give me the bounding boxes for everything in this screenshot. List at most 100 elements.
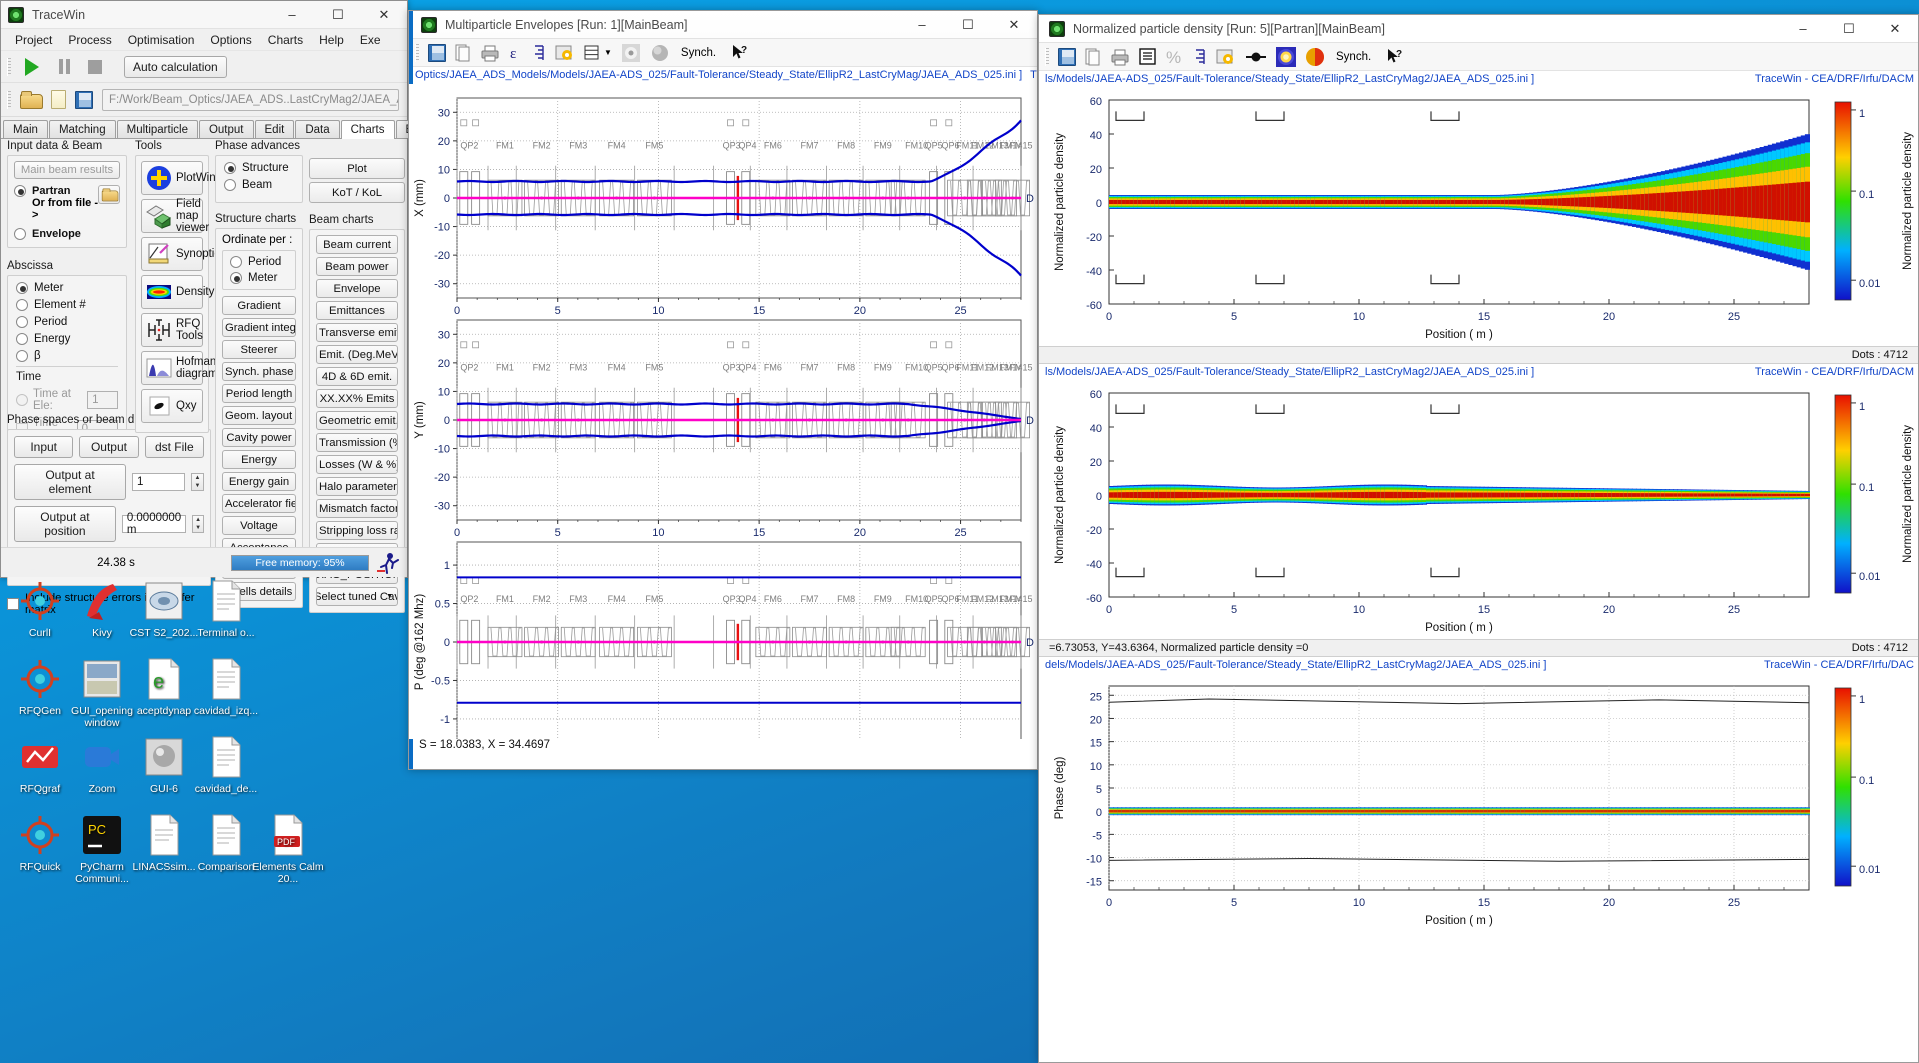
auto-calculation-button[interactable]: Auto calculation: [124, 55, 227, 78]
beam-button-beam-current[interactable]: Beam current: [316, 235, 398, 254]
radio-ordinate-period[interactable]: Period: [230, 256, 288, 268]
settings-gear-icon[interactable]: [1216, 48, 1236, 66]
input-button[interactable]: Input: [14, 436, 74, 458]
project-path-field[interactable]: F:/Work/Beam_Optics/JAEA_ADS..LastCryMag…: [102, 88, 399, 111]
menu-project[interactable]: Project: [7, 31, 60, 49]
list-icon[interactable]: [1139, 47, 1157, 66]
beam-button-transmission[interactable]: Transmission (%): [316, 433, 398, 452]
menu-charts[interactable]: Charts: [260, 31, 311, 49]
beam-button-losses[interactable]: Losses (W & %): [316, 455, 398, 474]
minimize-button[interactable]: –: [269, 1, 315, 28]
envelopes-close-button[interactable]: ✕: [991, 11, 1037, 38]
tool-hofmann-diagram[interactable]: Hofmann diagram: [141, 351, 223, 385]
chevron-down-icon[interactable]: ▼: [604, 48, 612, 57]
print-icon[interactable]: [480, 44, 500, 62]
copy-icon[interactable]: [455, 44, 471, 62]
output-at-position-input[interactable]: 0.0000000 m: [121, 512, 187, 536]
radio-dot-time-at-element[interactable]: [16, 394, 28, 406]
time-at-element-input[interactable]: 1: [87, 391, 118, 409]
output-button[interactable]: Output: [79, 436, 139, 458]
help-pointer-icon[interactable]: ?: [731, 44, 749, 62]
tab-main[interactable]: Main: [3, 120, 48, 138]
radio-energy[interactable]: Energy: [16, 333, 118, 345]
dst-file-button[interactable]: dst File: [144, 436, 204, 458]
beam-button-emit-deg-mev[interactable]: Emit. (Deg.MeV): [316, 345, 398, 364]
radio-beam[interactable]: Beam: [224, 179, 294, 191]
structure-button-accelerator-field[interactable]: Accelerator field: [222, 494, 296, 513]
tool-plotwin[interactable]: PlotWin: [141, 161, 216, 195]
density-minimize-button[interactable]: –: [1780, 15, 1826, 42]
radio-structure[interactable]: Structure: [224, 162, 294, 174]
structure-button-synch-phase[interactable]: Synch. phase: [222, 362, 296, 381]
radio-envelope[interactable]: Envelope: [14, 228, 120, 240]
beam-button-xx-emits[interactable]: XX.XX% Emits: [316, 389, 398, 408]
structure-button-gradient[interactable]: Gradient: [222, 296, 296, 315]
point-icon[interactable]: [1245, 49, 1267, 65]
menu-process[interactable]: Process: [60, 31, 119, 49]
structure-button-energy[interactable]: Energy: [222, 450, 296, 469]
envelopes-charts[interactable]: 0510152025-30-20-100102030Position (m)X …: [409, 84, 1037, 739]
density-chart-phase[interactable]: 0 5 10 15 20 25 -15 -10 -5 0 5 10 15 20 25 Position ( m…: [1039, 674, 1918, 932]
structure-button-geom-layout-file[interactable]: Geom. layout file: [222, 406, 296, 425]
radio-meter[interactable]: Meter: [16, 282, 118, 294]
density-chart-y[interactable]: 0 5 10 15 20 25 -60 -40 -20 0 20 40 60 Position ( m )…: [1039, 381, 1918, 639]
structure-button-voltage[interactable]: Voltage: [222, 516, 296, 535]
tab-data[interactable]: Data: [295, 120, 340, 138]
epsilon-icon[interactable]: ε: [509, 44, 523, 62]
desktop-icon-elements-calm[interactable]: PDF Elements Calm 20...: [248, 812, 328, 885]
radio-ordinate-meter[interactable]: Meter: [230, 272, 288, 284]
circle-color-icon[interactable]: [1305, 47, 1325, 67]
radio-period[interactable]: Period: [16, 316, 118, 328]
maximize-button[interactable]: ☐: [315, 1, 361, 28]
structure-button-period-length[interactable]: Period length: [222, 384, 296, 403]
menu-options[interactable]: Options: [202, 31, 259, 49]
open-folder-icon[interactable]: [20, 91, 43, 109]
tool-rfq-tools[interactable]: RFQ Tools: [141, 313, 203, 347]
output-at-element-button[interactable]: Output at element: [14, 464, 126, 500]
beam-button-mismatch-factor[interactable]: Mismatch factor: [316, 499, 398, 518]
output-at-element-input[interactable]: 1: [132, 473, 185, 491]
print-icon[interactable]: [1110, 48, 1130, 66]
tab-charts[interactable]: Charts: [340, 120, 395, 139]
radio-beta[interactable]: β: [16, 350, 118, 362]
save-disk-icon[interactable]: [428, 43, 446, 62]
desktop-icon-cavidad-izq[interactable]: cavidad_izq...: [186, 656, 266, 717]
beam-button-envelope[interactable]: Envelope: [316, 279, 398, 298]
tool-synoptic[interactable]: Synoptic: [141, 237, 220, 271]
new-file-icon[interactable]: [51, 90, 66, 109]
beam-button-4d-6d-emit[interactable]: 4D & 6D emit.: [316, 367, 398, 386]
radio-partran[interactable]: Partran: [14, 185, 98, 197]
density-maximize-button[interactable]: ☐: [1826, 15, 1872, 42]
plot-button[interactable]: Plot: [309, 158, 405, 179]
menu-help[interactable]: Help: [311, 31, 352, 49]
structure-button-energy-gain[interactable]: Energy gain: [222, 472, 296, 491]
tab-edit[interactable]: Edit: [254, 120, 295, 138]
envelopes-maximize-button[interactable]: ☐: [945, 11, 991, 38]
beam-button-beam-power[interactable]: Beam power: [316, 257, 398, 276]
menu-optimisation[interactable]: Optimisation: [120, 31, 203, 49]
save-disk-icon[interactable]: [1058, 47, 1076, 66]
output-at-position-stepper[interactable]: ▲ ▼: [192, 515, 204, 533]
ruler-icon[interactable]: [532, 44, 546, 62]
percent-icon[interactable]: %: [1166, 48, 1184, 66]
run-icon[interactable]: [25, 57, 39, 76]
sphere-icon[interactable]: [650, 43, 670, 63]
list-icon[interactable]: [584, 45, 600, 61]
desktop-icon-cavidad-de[interactable]: cavidad_de...: [186, 734, 266, 795]
kot-kol-button[interactable]: KoT / KoL: [309, 182, 405, 203]
radio-element-number[interactable]: Element #: [16, 299, 118, 311]
copy-icon[interactable]: [1085, 48, 1101, 66]
tool-density[interactable]: Density: [141, 275, 214, 309]
envelopes-minimize-button[interactable]: –: [899, 11, 945, 38]
tab-matching[interactable]: Matching: [48, 120, 116, 138]
structure-button-cavity-power[interactable]: Cavity power: [222, 428, 296, 447]
beam-button-emittances[interactable]: Emittances: [316, 301, 398, 320]
stop-icon[interactable]: [88, 59, 102, 74]
target-icon[interactable]: [621, 43, 641, 63]
beam-button-geometric-emit[interactable]: Geometric emit.: [316, 411, 398, 430]
structure-button-steerer[interactable]: Steerer: [222, 340, 296, 359]
tool-qxy[interactable]: Qxy: [141, 389, 203, 423]
glow-icon[interactable]: [1276, 46, 1296, 67]
tab-output[interactable]: Output: [198, 120, 254, 138]
pause-icon[interactable]: [59, 59, 70, 74]
